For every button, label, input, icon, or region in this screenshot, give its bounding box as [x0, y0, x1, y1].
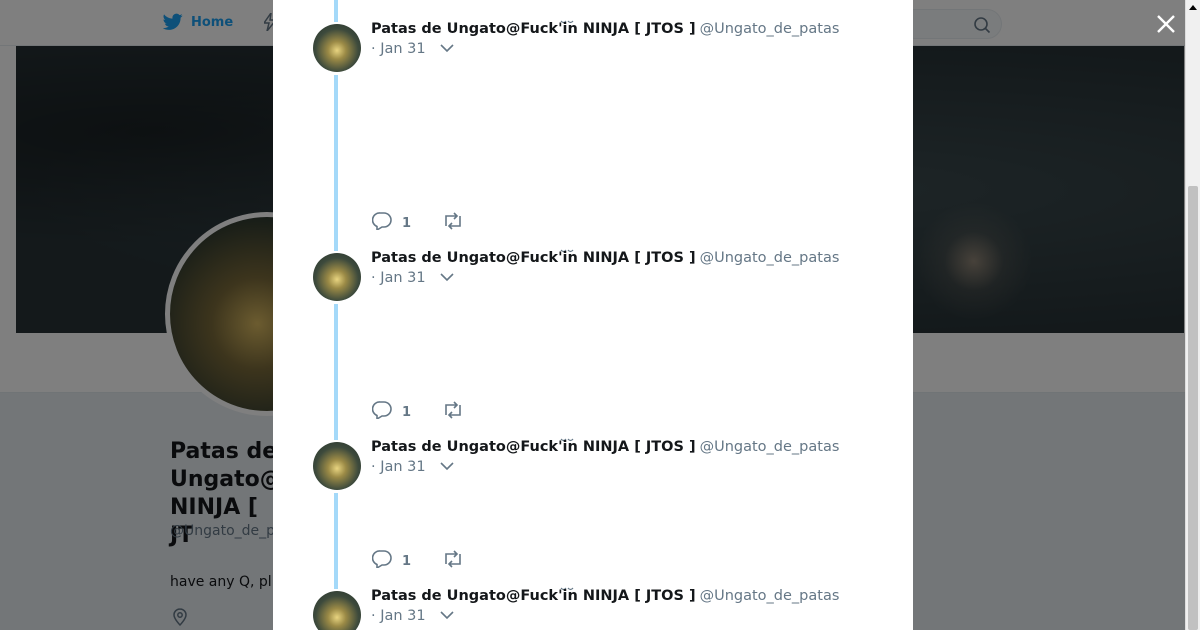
tweet-date-row: · Jan 31	[371, 41, 454, 57]
chevron-down-icon[interactable]	[440, 608, 454, 624]
chevron-down-icon[interactable]	[440, 270, 454, 286]
tweet-date-row: · Jan 31	[371, 608, 454, 624]
tweet-actions: 1	[371, 550, 464, 572]
tweet-timestamp[interactable]: · Jan 31	[371, 41, 426, 57]
scrollbar-thumb[interactable]	[1188, 186, 1198, 630]
reply-count: 1	[402, 404, 412, 420]
tweet-author-handle[interactable]: @Ungato_de_patas	[700, 588, 840, 604]
thread-modal: Patas de Ungato@Fuck'in NINJA [ JTOS ] @U…	[273, 0, 913, 630]
tweet-timestamp[interactable]: · Jan 31	[371, 459, 426, 475]
reply-icon[interactable]	[371, 550, 392, 572]
avatar[interactable]	[313, 591, 361, 630]
retweet-icon[interactable]	[442, 550, 464, 572]
retweet-icon[interactable]	[442, 401, 464, 423]
tweet-author-name[interactable]: Patas de Ungato@Fuck'in NINJA [ JTOS ]	[371, 250, 696, 266]
more-replies-icon[interactable]	[560, 427, 574, 442]
more-replies-icon[interactable]	[560, 238, 574, 253]
thread-connector-line	[334, 75, 338, 251]
tweet-header: Patas de Ungato@Fuck'in NINJA [ JTOS ] @U…	[371, 250, 839, 266]
avatar[interactable]	[313, 24, 361, 72]
more-replies-icon[interactable]	[560, 9, 574, 24]
avatar[interactable]	[313, 253, 361, 301]
close-icon[interactable]	[1152, 10, 1180, 38]
tweet-author-handle[interactable]: @Ungato_de_patas	[700, 21, 840, 37]
chevron-down-icon[interactable]	[440, 41, 454, 57]
tweet-timestamp[interactable]: · Jan 31	[371, 270, 426, 286]
tweet-header: Patas de Ungato@Fuck'in NINJA [ JTOS ] @U…	[371, 21, 839, 37]
scroll-up-arrow-icon[interactable]	[1186, 0, 1200, 15]
tweet-author-name[interactable]: Patas de Ungato@Fuck'in NINJA [ JTOS ]	[371, 21, 696, 37]
tweet-date-row: · Jan 31	[371, 459, 454, 475]
tweet-actions: 1	[371, 401, 464, 423]
tweet-header: Patas de Ungato@Fuck'in NINJA [ JTOS ] @U…	[371, 439, 839, 455]
more-replies-icon[interactable]	[560, 576, 574, 591]
scrollbar[interactable]	[1185, 0, 1200, 630]
chevron-down-icon[interactable]	[440, 459, 454, 475]
tweet-author-name[interactable]: Patas de Ungato@Fuck'in NINJA [ JTOS ]	[371, 588, 696, 604]
reply-count: 1	[402, 215, 412, 231]
reply-icon[interactable]	[371, 401, 392, 423]
reply-count: 1	[402, 553, 412, 569]
tweet-timestamp[interactable]: · Jan 31	[371, 608, 426, 624]
tweet-actions: 1	[371, 212, 464, 234]
reply-icon[interactable]	[371, 212, 392, 234]
avatar[interactable]	[313, 442, 361, 490]
tweet-author-handle[interactable]: @Ungato_de_patas	[700, 250, 840, 266]
tweet-date-row: · Jan 31	[371, 270, 454, 286]
retweet-icon[interactable]	[442, 212, 464, 234]
thread-connector-line	[334, 493, 338, 589]
tweet-author-handle[interactable]: @Ungato_de_patas	[700, 439, 840, 455]
thread-connector-line	[334, 304, 338, 440]
tweet-header: Patas de Ungato@Fuck'in NINJA [ JTOS ] @U…	[371, 588, 839, 604]
tweet-author-name[interactable]: Patas de Ungato@Fuck'in NINJA [ JTOS ]	[371, 439, 696, 455]
thread-connector-line	[334, 0, 338, 22]
